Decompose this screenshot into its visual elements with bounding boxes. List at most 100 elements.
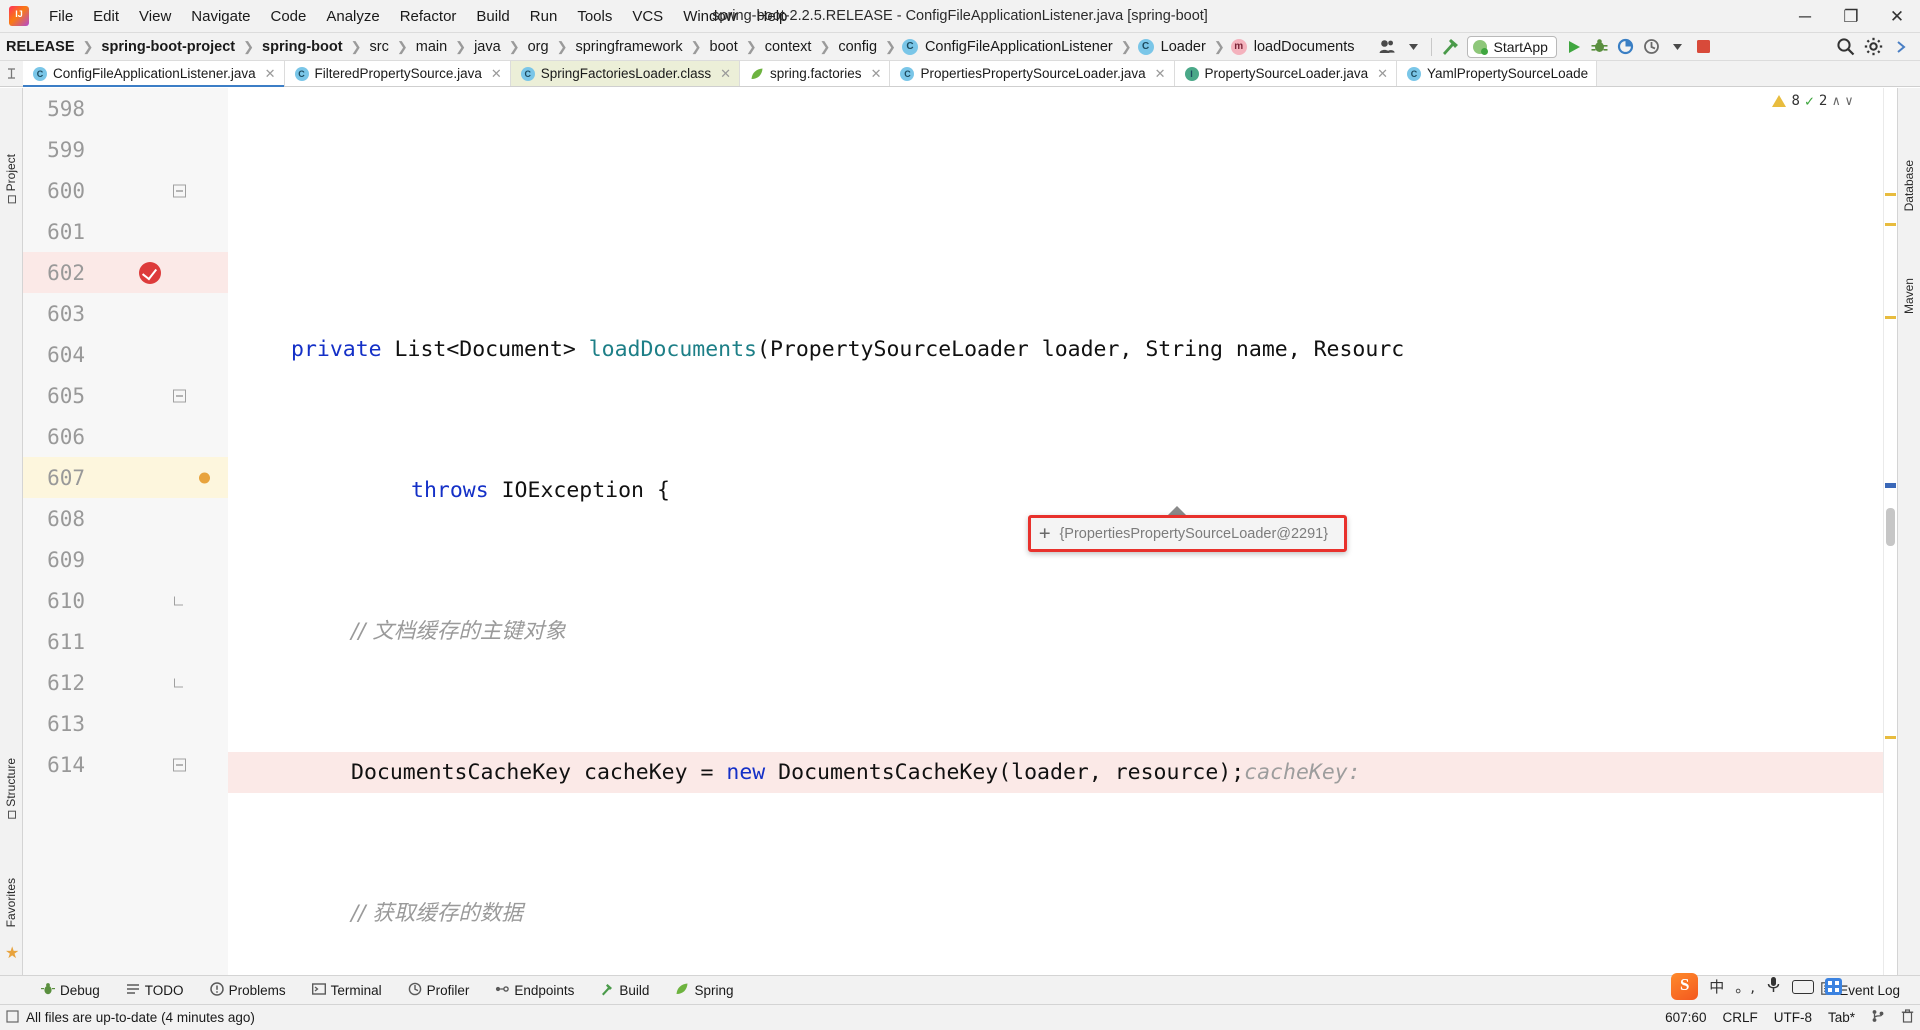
tab-springfactoriesloader-class[interactable]: C SpringFactoriesLoader.class ✕ (510, 61, 741, 86)
tool-window-button-database[interactable]: Database (1902, 160, 1916, 211)
tab-configfileapplicationlistener-java[interactable]: C ConfigFileApplicationListener.java ✕ (23, 61, 285, 87)
expand-icon[interactable]: + (1039, 524, 1050, 543)
menu-item-analyze[interactable]: Analyze (316, 5, 389, 28)
tool-window-button-structure[interactable]: Structure (4, 758, 18, 819)
breadcrumb-item-main[interactable]: main ❯ (414, 39, 472, 55)
code-line-603[interactable]: // 获取缓存的数据 (228, 893, 1883, 934)
tab-filteredpropertysource-java[interactable]: C FilteredPropertySource.java ✕ (284, 61, 511, 86)
breadcrumb-item-src[interactable]: src ❯ (367, 39, 413, 55)
user-avatar-icon[interactable] (1374, 35, 1400, 59)
tab-yamlpropertysourceloader-java[interactable]: C YamlPropertySourceLoade (1397, 61, 1598, 86)
close-icon[interactable]: ✕ (1155, 66, 1166, 82)
trash-icon[interactable] (1901, 1009, 1914, 1026)
code-line-601[interactable]: // 文档缓存的主键对象 (228, 611, 1883, 652)
file-encoding[interactable]: UTF-8 (1774, 1010, 1812, 1025)
marker-warning[interactable] (1885, 193, 1896, 196)
marker-warning[interactable] (1885, 316, 1896, 319)
git-branch-icon[interactable] (1871, 1009, 1885, 1026)
breadcrumb-item-spring-boot[interactable]: spring-boot ❯ (260, 39, 367, 55)
close-icon[interactable]: ✕ (1377, 66, 1388, 82)
breakpoint-icon[interactable] (139, 261, 161, 284)
run-with-coverage-icon[interactable] (1613, 35, 1639, 59)
marker-warning[interactable] (1885, 736, 1896, 739)
menu-item-navigate[interactable]: Navigate (181, 5, 260, 28)
menu-item-window[interactable]: Window (673, 5, 746, 28)
microphone-icon[interactable] (1766, 976, 1781, 997)
line-separator[interactable]: CRLF (1722, 1010, 1757, 1025)
ime-punctuation-label[interactable]: 。, (1735, 976, 1755, 997)
tool-button-build[interactable]: Build (587, 976, 662, 1004)
breadcrumb-item-org[interactable]: org ❯ (526, 39, 574, 55)
menu-item-refactor[interactable]: Refactor (390, 5, 467, 28)
editor-scrollbar-thumb[interactable] (1886, 508, 1895, 546)
tool-button-debug[interactable]: Debug (28, 976, 113, 1004)
close-icon[interactable]: ✕ (720, 66, 731, 82)
tool-button-endpoints[interactable]: Endpoints (482, 976, 587, 1004)
tool-window-button-project[interactable]: Project (4, 154, 18, 204)
code-editor[interactable]: 598 599 600 601 602 603 604 605 606 607 … (23, 88, 1897, 975)
ime-mode-label[interactable]: 中 (1709, 976, 1724, 997)
profiler-icon[interactable] (1639, 35, 1665, 59)
breadcrumb-item-loader[interactable]: C Loader ❯ (1137, 38, 1231, 55)
menu-item-build[interactable]: Build (466, 5, 519, 28)
search-icon[interactable] (1832, 35, 1858, 59)
settings-gear-icon[interactable] (1860, 35, 1886, 59)
chevron-down-icon[interactable] (1665, 35, 1691, 59)
chevron-down-icon[interactable]: ∨ (1845, 94, 1853, 109)
menu-item-edit[interactable]: Edit (83, 5, 129, 28)
close-icon[interactable]: ✕ (491, 66, 502, 82)
tool-window-button-favorites[interactable]: Favorites (4, 878, 18, 927)
menu-item-vcs[interactable]: VCS (622, 5, 673, 28)
tool-button-todo[interactable]: TODO (113, 976, 197, 1004)
menu-item-file[interactable]: File (39, 5, 83, 28)
menu-item-tools[interactable]: Tools (567, 5, 622, 28)
code-line-598[interactable] (228, 188, 1883, 229)
menu-item-view[interactable]: View (129, 5, 181, 28)
run-configuration-selector[interactable]: StartApp (1467, 35, 1557, 58)
readonly-lock-icon[interactable] (6, 1009, 19, 1026)
chevron-up-icon[interactable]: ∧ (1832, 94, 1840, 109)
keyboard-icon[interactable] (1792, 979, 1814, 994)
tool-button-profiler[interactable]: Profiler (395, 976, 483, 1004)
close-icon[interactable]: ✕ (871, 66, 882, 82)
stop-icon[interactable] (1691, 35, 1717, 59)
tool-button-spring[interactable]: Spring (662, 976, 746, 1004)
build-hammer-icon[interactable] (1437, 35, 1463, 59)
menu-item-run[interactable]: Run (520, 5, 568, 28)
breadcrumb-item-loaddocuments[interactable]: m loadDocuments (1230, 38, 1357, 55)
code-line-600[interactable]: throws IOException { (228, 470, 1883, 511)
menu-item-help[interactable]: Help (747, 5, 798, 28)
marker-warning[interactable] (1885, 223, 1896, 226)
code-fold-end[interactable] (173, 676, 186, 689)
marker-caret[interactable] (1885, 483, 1896, 488)
debug-icon[interactable] (1587, 35, 1613, 59)
chevron-right-icon[interactable] (1888, 35, 1914, 59)
maximize-button[interactable]: ❐ (1828, 0, 1874, 33)
apps-grid-icon[interactable] (1825, 978, 1842, 995)
inspection-widget[interactable]: 8 ✓ 2 ∧ ∨ (1772, 92, 1853, 110)
breadcrumb-item-springframework[interactable]: springframework ❯ (573, 39, 707, 55)
tool-button-terminal[interactable]: Terminal (299, 976, 395, 1004)
indent-setting[interactable]: Tab* (1828, 1010, 1855, 1025)
close-button[interactable]: ✕ (1874, 0, 1920, 33)
minimize-button[interactable]: ─ (1782, 0, 1828, 33)
code-line-602[interactable]: DocumentsCacheKey cacheKey = new Documen… (228, 752, 1883, 793)
breadcrumb-item-spring-boot-project[interactable]: spring-boot-project ❯ (99, 39, 260, 55)
tab-spring-factories[interactable]: spring.factories ✕ (740, 61, 891, 86)
sogou-input-logo-icon[interactable] (1671, 973, 1699, 1000)
ime-floating-toolbar[interactable]: 中 。, (1671, 973, 1842, 1000)
debug-value-popup[interactable]: + {PropertiesPropertySourceLoader@2291} (1028, 515, 1348, 552)
tool-button-problems[interactable]: Problems (197, 976, 299, 1004)
tab-propertiespropertysourceloader-java[interactable]: C PropertiesPropertySourceLoader.java ✕ (890, 61, 1175, 86)
menu-item-code[interactable]: Code (260, 5, 316, 28)
tab-propertysourceloader-java[interactable]: I PropertySourceLoader.java ✕ (1174, 61, 1398, 86)
tool-window-button-maven[interactable]: Maven (1902, 278, 1916, 314)
breadcrumb-item-config[interactable]: config ❯ (836, 39, 902, 55)
tab-list-handle[interactable] (0, 61, 23, 86)
breadcrumb-item-release[interactable]: RELEASE ❯ (4, 39, 99, 55)
code-line-599[interactable]: private List<Document> loadDocuments(Pro… (228, 329, 1883, 370)
editor-marker-gutter[interactable] (1883, 88, 1897, 975)
breadcrumb-item-boot[interactable]: boot ❯ (708, 39, 763, 55)
caret-position[interactable]: 607:60 (1665, 1010, 1706, 1025)
editor-gutter[interactable]: 598 599 600 601 602 603 604 605 606 607 … (23, 88, 228, 975)
